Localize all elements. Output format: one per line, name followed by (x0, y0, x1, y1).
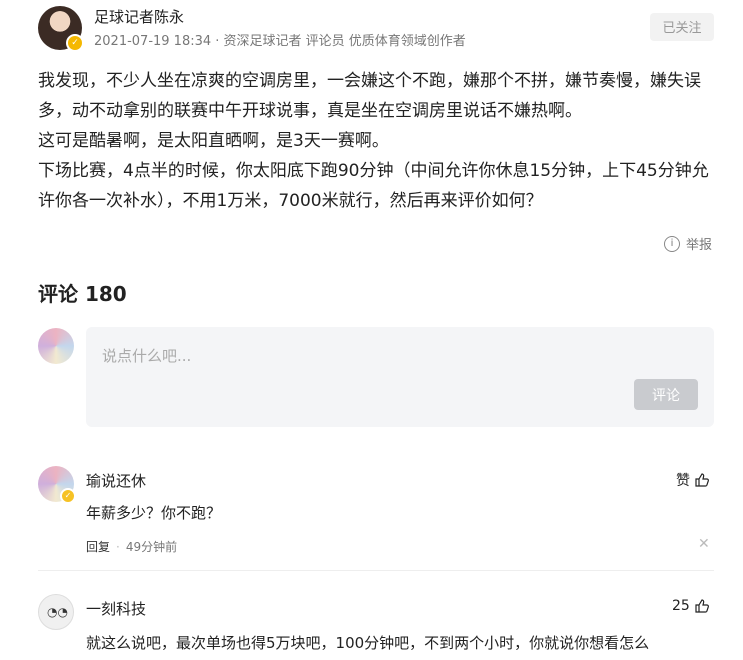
like-label: 赞 (676, 473, 690, 489)
like-count: 25 (672, 598, 690, 614)
commenter-avatar[interactable]: ✓ (38, 466, 76, 504)
close-icon[interactable]: ✕ (698, 536, 710, 552)
comment-input[interactable] (100, 343, 624, 387)
article-paragraph: 我发现，不少人坐在凉爽的空调房里，一会嫌这个不跑，嫌那个不拼，嫌节奏慢，嫌失误多… (38, 71, 701, 121)
like-button[interactable]: 赞 (676, 470, 710, 490)
reply-button[interactable]: 回复 (86, 538, 110, 555)
comment-divider (38, 570, 714, 571)
report-link[interactable]: i 举报 (664, 234, 712, 253)
comment-text: 就这么说吧，最次单场也得5万块吧，100分钟吧，不到两个小时，你就说你想看怎么 (86, 634, 650, 652)
submit-comment-button[interactable]: 评论 (634, 379, 698, 410)
verified-badge-icon: ✓ (60, 488, 76, 504)
thumbs-up-icon (695, 473, 709, 487)
comment-input-box[interactable]: 评论 (86, 327, 714, 427)
author-meta: 2021-07-19 18:34 · 资深足球记者 评论员 优质体育领域创作者 (94, 34, 466, 49)
separator-dot: · (116, 539, 120, 554)
commenter-avatar[interactable]: ◔◔ (38, 594, 74, 630)
report-label: 举报 (686, 238, 713, 253)
article-paragraph: 这可是酷暑啊，是太阳直晒啊，是3天一赛啊。 (38, 131, 389, 151)
comment-actions: 回复 · 49分钟前 (86, 538, 177, 555)
info-icon: i (664, 235, 680, 252)
meme-face-icon: ◔◔ (47, 605, 68, 619)
verified-badge-icon: ✓ (66, 34, 84, 52)
comments-title: 评论 180 (38, 282, 127, 306)
commenter-name[interactable]: 一刻科技 (86, 598, 146, 619)
comment-text: 年薪多少？你不跑？ (86, 504, 222, 522)
commenter-name[interactable]: 瑜说还休 (86, 470, 146, 491)
author-name[interactable]: 足球记者陈永 (94, 6, 184, 27)
article-paragraph: 下场比赛，4点半的时候，你太阳底下跑90分钟（中间允许你休息15分钟，上下45分… (38, 161, 709, 211)
follow-button[interactable]: 已关注 (650, 13, 714, 41)
current-user-avatar (38, 328, 74, 364)
article-body: 我发现，不少人坐在凉爽的空调房里，一会嫌这个不跑，嫌那个不拼，嫌节奏慢，嫌失误多… (38, 66, 718, 216)
thumbs-up-icon (695, 599, 709, 613)
comment-time: 49分钟前 (125, 540, 178, 554)
like-button[interactable]: 25 (672, 598, 710, 614)
author-avatar[interactable]: ✓ (38, 6, 84, 52)
